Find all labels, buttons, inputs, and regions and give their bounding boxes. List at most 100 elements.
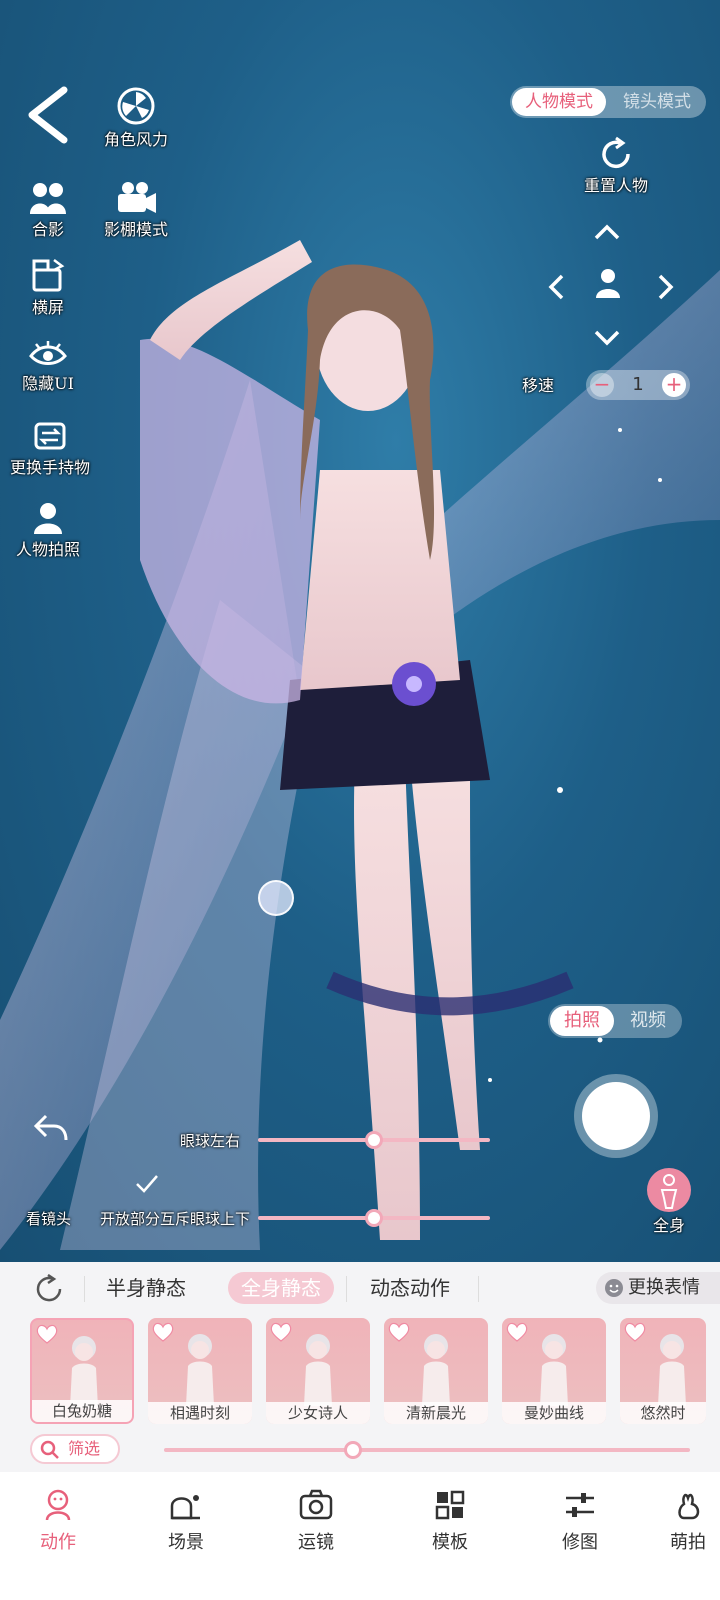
nav-camera-move[interactable]: 运镜 [276, 1488, 356, 1554]
refresh-icon [602, 136, 630, 169]
pose-figure-icon [422, 1334, 450, 1406]
pose-thumbnail[interactable]: 相遇时刻 [148, 1318, 252, 1424]
full-body-button[interactable]: 全身 [636, 1168, 702, 1236]
pose-thumbnail[interactable]: 清新晨光 [384, 1318, 488, 1424]
pose-name: 白兔奶糖 [32, 1400, 132, 1422]
joystick-knob[interactable] [258, 880, 294, 916]
reset-character-button[interactable]: 重置人物 [572, 136, 660, 196]
person-icon [34, 503, 62, 534]
speed-value: 1 [632, 374, 644, 395]
pose-thumbnail[interactable]: 曼妙曲线 [502, 1318, 606, 1424]
hide-ui-tool[interactable]: 隐藏UI [14, 340, 82, 394]
photo-scene[interactable]: 角色风力 合影 影棚模式 横屏 隐藏UI 更换手持物 人物拍照 人物模式 镜头模… [0, 0, 720, 1262]
pose-name: 清新晨光 [384, 1402, 488, 1424]
pose-scroll-knob[interactable] [344, 1441, 363, 1459]
nav-retouch[interactable]: 修图 [540, 1488, 620, 1554]
video-tab[interactable]: 视频 [616, 1006, 680, 1036]
pose-thumbnail[interactable]: 白兔奶糖 [30, 1318, 134, 1424]
studio-mode-tool[interactable]: 影棚模式 [98, 180, 174, 240]
adjust-sliders-icon [566, 1493, 594, 1517]
undo-icon[interactable] [32, 1112, 68, 1142]
search-icon [40, 1440, 59, 1459]
filter-label: 筛选 [68, 1439, 101, 1458]
eye-vertical-label: 眼球上下 [189, 1210, 250, 1228]
change-holding-label: 更换手持物 [9, 458, 90, 477]
nav-action[interactable]: 动作 [18, 1488, 98, 1554]
landscape-tool[interactable]: 横屏 [14, 258, 82, 318]
nav-template[interactable]: 模板 [410, 1488, 490, 1554]
eye-horizontal-knob[interactable] [365, 1131, 383, 1149]
shutter-button[interactable] [574, 1074, 658, 1158]
action-icon [45, 1489, 71, 1521]
look-camera-label[interactable]: 看镜头 [26, 1208, 86, 1229]
move-up-icon[interactable] [590, 220, 624, 244]
pose-thumbnail[interactable]: 少女诗人 [266, 1318, 370, 1424]
standing-person-icon [660, 1174, 678, 1209]
capture-mode-toggle[interactable]: 拍照 视频 [548, 1004, 682, 1038]
pose-thumbnail[interactable]: 悠然时 [620, 1318, 706, 1424]
check-icon[interactable] [134, 1172, 160, 1196]
group-photo-label: 合影 [31, 220, 64, 239]
camera-mode-tab[interactable]: 镜头模式 [610, 88, 704, 116]
video-camera-icon [118, 182, 156, 213]
nav-scene-label: 场景 [168, 1532, 204, 1553]
change-expression-label: 更换表情 [628, 1277, 700, 1298]
move-down-icon[interactable] [590, 326, 624, 350]
move-left-icon[interactable] [544, 270, 568, 304]
filter-button[interactable]: 筛选 [30, 1434, 120, 1464]
template-grid-icon [435, 1490, 465, 1520]
nav-retouch-label: 修图 [562, 1532, 598, 1553]
wind-tool-label: 角色风力 [103, 130, 168, 149]
tab-full-body[interactable]: 全身静态 [228, 1272, 334, 1304]
nav-scene[interactable]: 场景 [146, 1488, 226, 1554]
reset-character-label: 重置人物 [583, 176, 648, 195]
landscape-label: 横屏 [31, 298, 64, 317]
character-mode-tab[interactable]: 人物模式 [512, 88, 606, 116]
eye-vertical-knob[interactable] [365, 1209, 383, 1227]
move-right-icon[interactable] [654, 270, 678, 304]
pose-figure-icon [304, 1334, 332, 1406]
group-photo-tool[interactable]: 合影 [14, 180, 82, 240]
wind-tool[interactable]: 角色风力 [100, 86, 172, 150]
smile-icon [605, 1279, 623, 1297]
divider [84, 1276, 85, 1302]
tab-dynamic[interactable]: 动态动作 [370, 1272, 450, 1304]
nav-template-label: 模板 [432, 1532, 468, 1553]
hide-ui-label: 隐藏UI [22, 374, 74, 393]
fan-icon [117, 87, 155, 125]
bottom-nav: 动作 场景 运镜 模板 修图 萌拍 [0, 1472, 720, 1600]
rotate-screen-icon [32, 259, 65, 292]
full-body-label: 全身 [652, 1216, 685, 1235]
full-body-icon-bg [647, 1168, 691, 1212]
back-icon[interactable] [24, 86, 68, 144]
eye-icon [29, 341, 67, 365]
refresh-poses-icon[interactable] [34, 1274, 64, 1304]
divider [478, 1276, 479, 1302]
pose-figure-icon [658, 1334, 686, 1406]
pose-name: 少女诗人 [266, 1402, 370, 1424]
pose-name: 相遇时刻 [148, 1402, 252, 1424]
pose-scroll-slider[interactable] [164, 1448, 690, 1452]
nav-cute-photo[interactable]: 萌拍 [670, 1488, 720, 1554]
center-person-icon[interactable] [592, 266, 624, 300]
tab-half-body[interactable]: 半身静态 [106, 1272, 186, 1304]
portrait-photo-tool[interactable]: 人物拍照 [12, 500, 84, 560]
speed-label: 移速 [522, 376, 555, 395]
bunny-icon [678, 1493, 700, 1520]
photo-tab[interactable]: 拍照 [550, 1006, 614, 1036]
pose-name: 曼妙曲线 [502, 1402, 606, 1424]
speed-decrease-button[interactable]: − [590, 373, 614, 397]
change-expression-button[interactable]: 更换表情 [596, 1272, 720, 1304]
camera-icon [299, 1489, 333, 1520]
nav-camera-move-label: 运镜 [298, 1532, 334, 1553]
shutter-inner [582, 1082, 650, 1150]
mode-toggle[interactable]: 人物模式 镜头模式 [510, 86, 706, 118]
portrait-photo-label: 人物拍照 [15, 540, 80, 559]
change-holding-tool[interactable]: 更换手持物 [8, 418, 92, 478]
nav-cute-photo-label: 萌拍 [670, 1532, 706, 1553]
speed-stepper[interactable]: − 1 + [586, 370, 690, 400]
eye-horizontal-label: 眼球左右 [180, 1132, 241, 1150]
group-icon [30, 183, 66, 214]
divider [346, 1276, 347, 1302]
speed-increase-button[interactable]: + [662, 373, 686, 397]
